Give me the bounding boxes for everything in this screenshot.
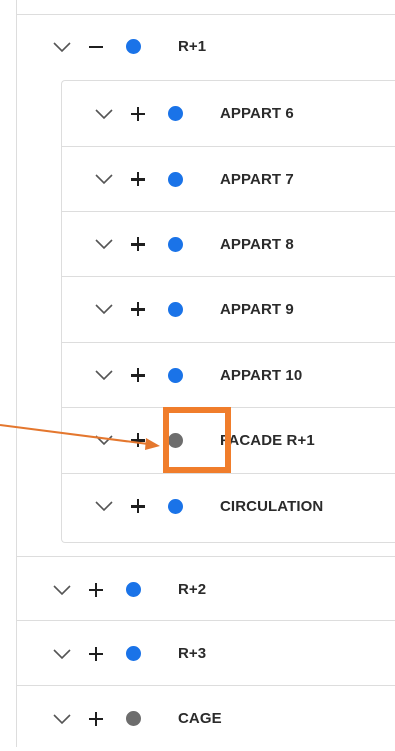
tree-row-label: R+1	[178, 38, 207, 55]
expand-plus-icon[interactable]	[89, 582, 103, 597]
tree-row-appart-10[interactable]: APPART 10	[61, 342, 395, 407]
status-dot-icon	[168, 432, 183, 448]
status-dot-icon	[168, 301, 183, 317]
expand-plus-icon[interactable]	[131, 368, 145, 382]
chevron-down-icon[interactable]	[53, 584, 71, 596]
expand-plus-icon[interactable]	[131, 172, 145, 186]
tree-row-appart-6[interactable]: APPART 6	[61, 81, 395, 146]
tree-row-label: APPART 9	[220, 300, 294, 318]
tree-row-label: CIRCULATION	[220, 497, 324, 515]
previous-row-cutoff	[17, 0, 395, 15]
tree-row-r-plus-3[interactable]: R+3	[17, 621, 395, 686]
chevron-down-icon[interactable]	[95, 238, 113, 250]
status-dot-icon	[126, 582, 141, 597]
status-dot-icon	[168, 498, 183, 514]
status-dot-icon	[168, 106, 183, 121]
tree-row-facade-r-plus-1[interactable]: FACADE R+1	[61, 407, 395, 472]
tree-row-label: APPART 10	[220, 366, 303, 384]
tree-row-appart-7[interactable]: APPART 7	[61, 146, 395, 211]
chevron-down-icon[interactable]	[53, 648, 71, 660]
chevron-down-icon[interactable]	[95, 369, 113, 381]
layer-tree: R+1 APPART 6 APPART 7 APPART 8 APPART 9	[16, 0, 395, 747]
tree-row-label: R+2	[178, 581, 207, 598]
tree-row-label: APPART 7	[220, 170, 294, 188]
expand-plus-icon[interactable]	[131, 302, 145, 316]
tree-row-label: APPART 8	[220, 235, 294, 253]
tree-row-label: R+3	[178, 645, 207, 662]
status-dot-icon	[168, 171, 183, 187]
status-dot-icon	[126, 39, 141, 54]
tree-row-label: CAGE	[178, 710, 222, 727]
status-dot-icon	[168, 367, 183, 383]
status-dot-icon	[168, 236, 183, 252]
chevron-down-icon[interactable]	[95, 173, 113, 185]
tree-row-r-plus-1[interactable]: R+1	[17, 14, 395, 79]
expand-plus-icon[interactable]	[89, 646, 103, 661]
status-dot-icon	[126, 646, 141, 661]
tree-row-appart-9[interactable]: APPART 9	[61, 276, 395, 341]
chevron-down-icon[interactable]	[95, 108, 113, 120]
expand-plus-icon[interactable]	[89, 711, 103, 726]
expand-plus-icon[interactable]	[131, 106, 145, 121]
tree-row-cage[interactable]: CAGE	[17, 686, 395, 751]
tree-row-label: FACADE R+1	[220, 431, 315, 449]
expand-plus-icon[interactable]	[131, 237, 145, 251]
chevron-down-icon[interactable]	[53, 41, 71, 53]
tree-row-r-plus-2[interactable]: R+2	[17, 557, 395, 622]
status-dot-icon	[126, 711, 141, 726]
expand-plus-icon[interactable]	[131, 433, 145, 447]
tree-row-label: APPART 6	[220, 105, 294, 122]
collapse-minus-icon[interactable]	[89, 40, 103, 54]
chevron-down-icon[interactable]	[95, 500, 113, 512]
tree-row-appart-8[interactable]: APPART 8	[61, 211, 395, 276]
chevron-down-icon[interactable]	[95, 434, 113, 446]
tree-row-circulation[interactable]: CIRCULATION	[61, 473, 395, 538]
chevron-down-icon[interactable]	[95, 303, 113, 315]
chevron-down-icon[interactable]	[53, 713, 71, 725]
expand-plus-icon[interactable]	[131, 499, 145, 513]
